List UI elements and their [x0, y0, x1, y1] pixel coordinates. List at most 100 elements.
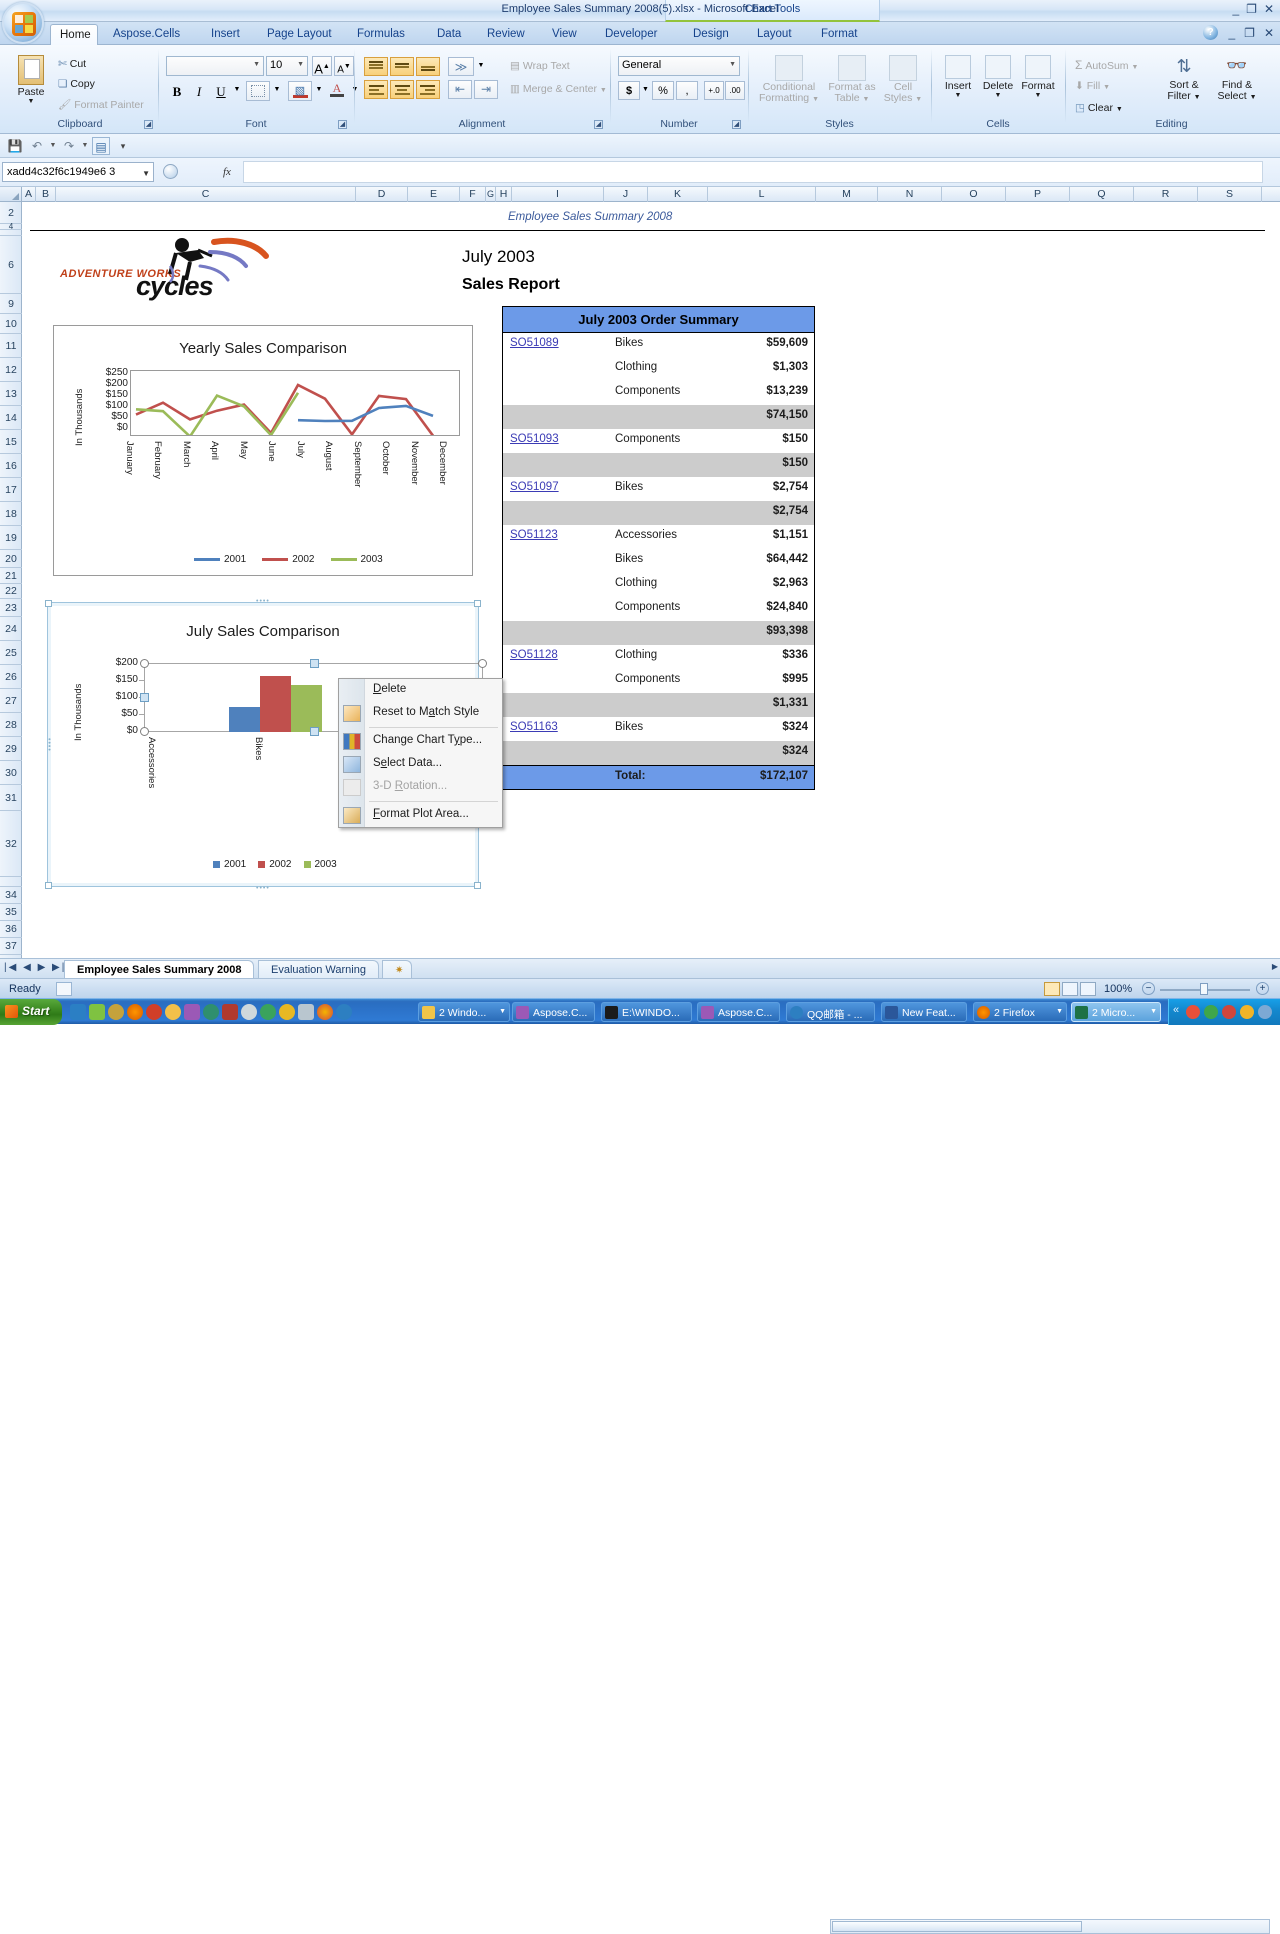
- yearly-chart-plot-area[interactable]: [130, 370, 460, 436]
- font-size-combo[interactable]: 10 ▼: [266, 56, 308, 76]
- taskbar-button-excel-group[interactable]: 2 Micro... ▼: [1071, 1002, 1161, 1022]
- column-header-j[interactable]: J: [604, 187, 648, 202]
- context-menu-item-reset-to-match-style[interactable]: Reset to Match Style: [339, 702, 502, 725]
- tab-format[interactable]: Format: [812, 24, 866, 45]
- row-header-24[interactable]: 24: [0, 617, 22, 641]
- quick-launch-icon-1[interactable]: [70, 1004, 86, 1020]
- tab-insert[interactable]: Insert: [202, 24, 249, 45]
- chart-context-menu[interactable]: Delete Reset to Match Style Change Chart…: [338, 678, 503, 828]
- formula-input[interactable]: [243, 161, 1263, 183]
- font-color-button[interactable]: A: [326, 81, 348, 101]
- cut-button[interactable]: ✄ Cut: [58, 58, 86, 70]
- minimize-ribbon-icon[interactable]: _: [1228, 26, 1235, 40]
- quick-launch-icon-13[interactable]: [298, 1004, 314, 1020]
- delete-cells-button[interactable]: Delete ▼: [979, 55, 1017, 99]
- taskbar-button-word[interactable]: New Feat...: [881, 1002, 967, 1022]
- tray-icon-4[interactable]: [1240, 1005, 1254, 1019]
- row-header-37[interactable]: 37: [0, 938, 22, 955]
- sort-filter-button[interactable]: ⇅ Sort & Filter ▼: [1159, 53, 1209, 103]
- column-header-p[interactable]: P: [1006, 187, 1070, 202]
- borders-dropdown-icon[interactable]: ▼: [272, 85, 282, 97]
- minimize-icon[interactable]: _: [1232, 2, 1239, 16]
- row-header-2[interactable]: 2: [0, 202, 22, 224]
- taskbar-button-firefox-group[interactable]: 2 Firefox ▼: [973, 1002, 1067, 1022]
- plot-handle-bl[interactable]: [140, 727, 149, 736]
- column-header-n[interactable]: N: [878, 187, 942, 202]
- column-header-l[interactable]: L: [708, 187, 816, 202]
- orientation-dropdown-icon[interactable]: ▼: [476, 61, 486, 73]
- row-header-11[interactable]: 11: [0, 334, 22, 358]
- row-header-34[interactable]: 34: [0, 887, 22, 904]
- taskbar-button-windows-group[interactable]: 2 Windo... ▼: [418, 1002, 510, 1022]
- row-header-36[interactable]: 36: [0, 921, 22, 938]
- order-id-link[interactable]: SO51123: [510, 529, 558, 541]
- bold-button[interactable]: B: [166, 81, 188, 101]
- bar-bikes-2002[interactable]: [260, 676, 291, 732]
- tab-layout[interactable]: Layout: [748, 24, 801, 45]
- row-header-14[interactable]: 14: [0, 406, 22, 430]
- context-menu-item-delete[interactable]: Delete: [339, 679, 502, 702]
- column-header-k[interactable]: K: [648, 187, 708, 202]
- plot-handle-ml[interactable]: [140, 693, 149, 702]
- cell-styles-button[interactable]: Cell Styles ▼: [880, 55, 926, 105]
- row-header-30[interactable]: 30: [0, 761, 22, 785]
- align-top-button[interactable]: [364, 57, 388, 76]
- tray-icon-1[interactable]: [1186, 1005, 1200, 1019]
- insert-function-round-icon[interactable]: [163, 164, 178, 179]
- insert-dropdown-icon[interactable]: ▼: [939, 92, 977, 99]
- quick-launch-icon-9[interactable]: [222, 1004, 238, 1020]
- column-header-c[interactable]: C: [56, 187, 356, 202]
- fill-color-dropdown-icon[interactable]: ▼: [314, 85, 324, 97]
- start-button[interactable]: Start: [0, 999, 62, 1025]
- copy-button[interactable]: ❏ Copy: [58, 78, 95, 90]
- insert-worksheet-button[interactable]: ✷: [382, 960, 412, 978]
- customize-qat-icon[interactable]: ▾: [114, 137, 132, 155]
- taskbar-button-windows-cmd[interactable]: E:\WINDO...: [601, 1002, 692, 1022]
- conditional-formatting-button[interactable]: Conditional Formatting ▼: [754, 55, 824, 105]
- clear-dropdown-icon[interactable]: ▼: [1116, 106, 1123, 113]
- align-bottom-button[interactable]: [416, 57, 440, 76]
- fill-color-button[interactable]: ▧: [288, 81, 312, 101]
- tab-data[interactable]: Data: [428, 24, 470, 45]
- row-header-25[interactable]: 25: [0, 641, 22, 665]
- chart-top-handle[interactable]: ••••: [256, 598, 270, 605]
- bar-bikes-2003[interactable]: [291, 685, 322, 732]
- row-header-35[interactable]: 35: [0, 904, 22, 921]
- align-right-button[interactable]: [416, 80, 440, 99]
- chevron-down-icon[interactable]: ▼: [1056, 1008, 1063, 1015]
- plot-handle-tr[interactable]: [478, 659, 487, 668]
- opera-icon[interactable]: [146, 1004, 162, 1020]
- paste-button[interactable]: Paste ▼: [10, 55, 52, 105]
- chevron-down-icon[interactable]: ▼: [729, 61, 736, 68]
- taskbar-button-aspose-1[interactable]: Aspose.C...: [512, 1002, 595, 1022]
- row-header-23[interactable]: 23: [0, 599, 22, 617]
- tab-design[interactable]: Design: [684, 24, 738, 45]
- row-header-9[interactable]: 9: [0, 294, 22, 314]
- taskbar-button-qq-mail[interactable]: QQ邮箱 - ...: [786, 1002, 875, 1022]
- column-header-s[interactable]: S: [1198, 187, 1262, 202]
- row-header-27[interactable]: 27: [0, 689, 22, 713]
- italic-button[interactable]: I: [188, 81, 210, 101]
- bar-bikes-2001[interactable]: [229, 707, 260, 732]
- chevron-down-icon[interactable]: ▼: [297, 61, 304, 68]
- sheet-tab-evaluation-warning[interactable]: Evaluation Warning: [258, 960, 379, 978]
- grow-font-button[interactable]: A▲: [312, 56, 332, 76]
- merge-dropdown-icon[interactable]: ▼: [600, 87, 607, 94]
- tray-icon-3[interactable]: [1222, 1005, 1236, 1019]
- decrease-decimal-button[interactable]: .00: [725, 81, 745, 100]
- context-menu-item-select-data[interactable]: Select Data...: [339, 753, 502, 776]
- row-header-32[interactable]: 32: [0, 811, 22, 877]
- format-as-table-button[interactable]: Format as Table ▼: [824, 55, 880, 105]
- plot-handle-bm[interactable]: [310, 727, 319, 736]
- first-sheet-icon[interactable]: |◀: [4, 962, 18, 973]
- row-header-13[interactable]: 13: [0, 382, 22, 406]
- chevron-down-icon[interactable]: ▼: [142, 169, 150, 178]
- tray-icon-2[interactable]: [1204, 1005, 1218, 1019]
- insert-cells-button[interactable]: Insert ▼: [939, 55, 977, 99]
- context-menu-item-change-chart-type[interactable]: Change Chart Type...: [339, 730, 502, 753]
- view-normal-button[interactable]: [1044, 982, 1060, 996]
- tab-developer[interactable]: Developer: [596, 24, 666, 45]
- fill-dropdown-icon[interactable]: ▼: [1103, 84, 1110, 91]
- status-macro-icon[interactable]: [56, 982, 72, 996]
- wrap-text-button[interactable]: ▤ Wrap Text: [510, 60, 570, 72]
